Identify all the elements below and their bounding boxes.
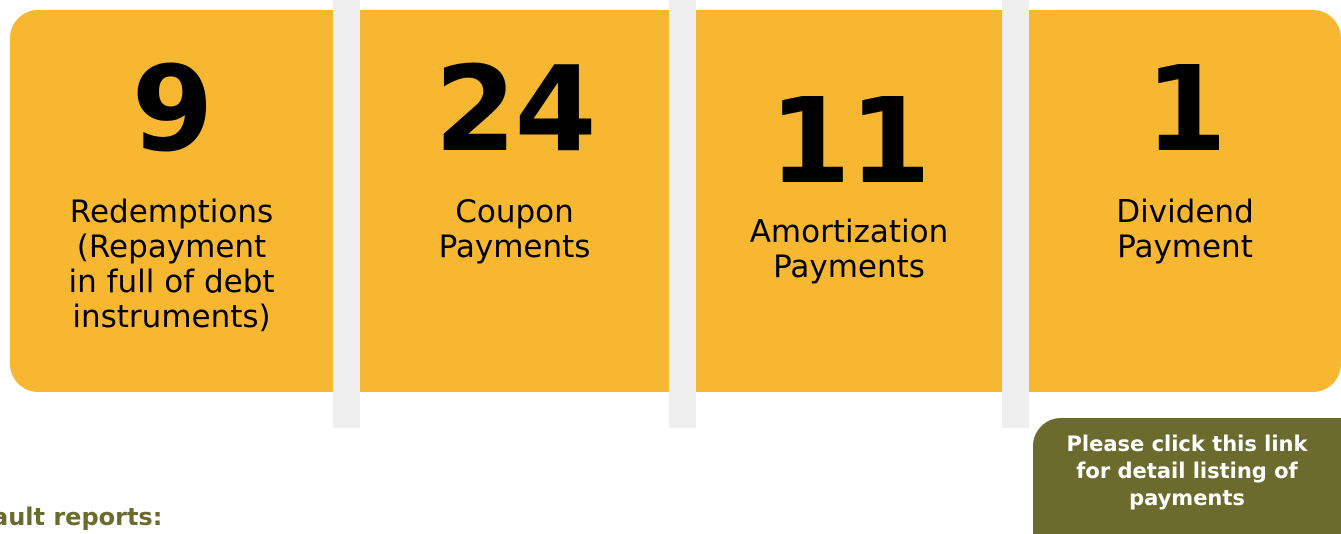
stat-card-coupon-payments: 24 Coupon Payments xyxy=(360,10,669,392)
stat-number: 9 xyxy=(131,40,213,178)
payments-summary-panel: 9 Redemptions (Repayment in full of debt… xyxy=(0,0,1341,534)
card-divider xyxy=(333,0,360,428)
stat-card-amortization-payments: 11 Amortization Payments xyxy=(696,10,1002,392)
stat-number: 11 xyxy=(768,72,931,210)
stat-label: Redemptions (Repayment in full of debt i… xyxy=(68,194,275,335)
stat-label: Coupon Payments xyxy=(438,194,591,265)
stat-card-redemptions: 9 Redemptions (Repayment in full of debt… xyxy=(10,10,333,392)
section-heading: ault reports: xyxy=(0,503,163,531)
detail-listing-link-button[interactable]: Please click this link for detail listin… xyxy=(1033,418,1341,534)
stat-label: Dividend Payment xyxy=(1116,194,1254,265)
stat-card-dividend-payment: 1 Dividend Payment xyxy=(1029,10,1341,392)
stat-label: Amortization Payments xyxy=(749,214,949,285)
card-divider xyxy=(669,0,696,428)
stat-number: 1 xyxy=(1144,40,1227,178)
card-divider xyxy=(1002,0,1029,428)
stat-number: 24 xyxy=(434,40,596,178)
